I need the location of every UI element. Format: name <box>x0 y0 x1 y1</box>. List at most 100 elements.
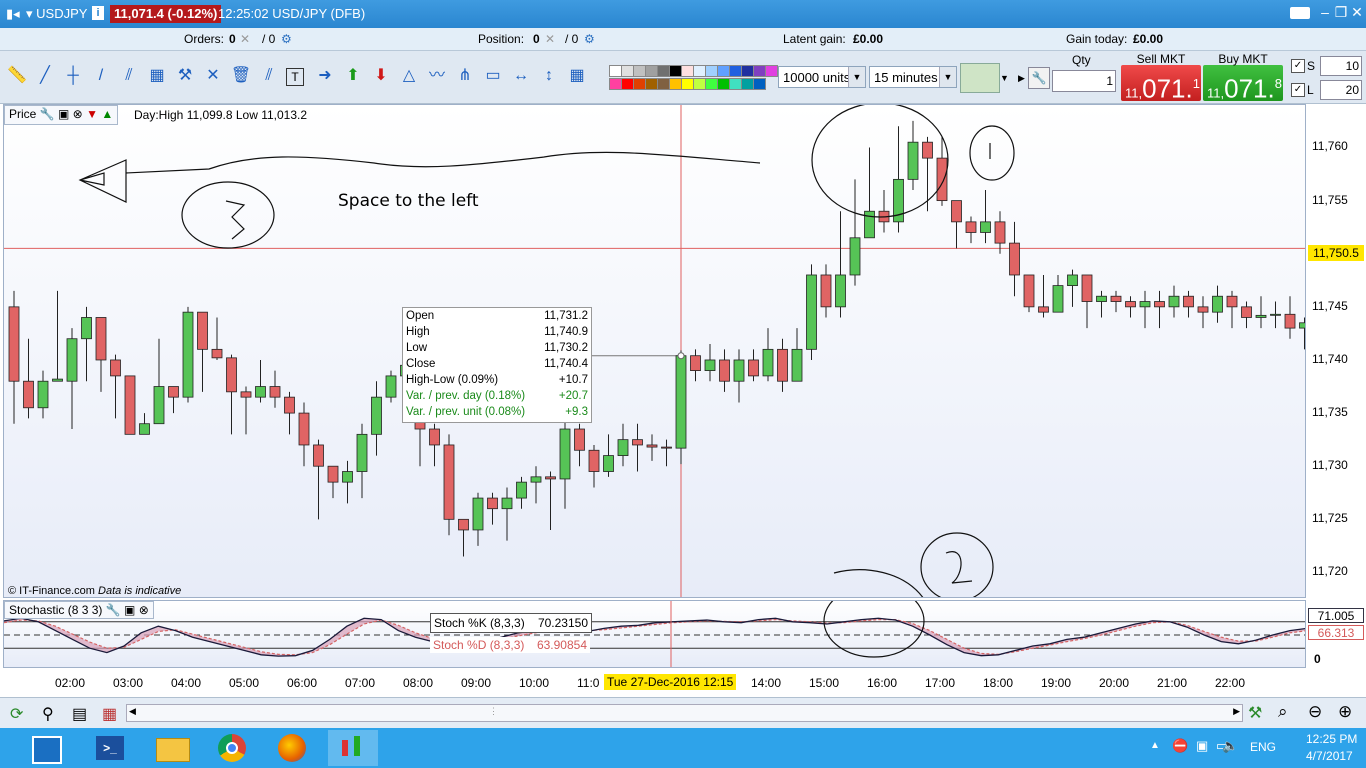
price-chart[interactable]: Price 🔧 ▣ ⊗ ▼ ▲ Day:High 11,099.8 Low 11… <box>3 104 1306 598</box>
price-change-badge: 11,071.4 (-0.12%) <box>110 5 222 23</box>
candle-body <box>153 386 165 425</box>
flag-icon[interactable]: ▣ <box>1196 738 1208 754</box>
candle-body <box>936 157 948 202</box>
stop-checkbox[interactable]: ✓ <box>1291 59 1305 73</box>
arrow-up-icon[interactable]: ⬆ <box>342 65 364 87</box>
tooltip-row: Open 11,731.2 <box>403 308 591 324</box>
settings-wrench-button[interactable]: 🔧 <box>1028 67 1050 89</box>
horizontal-scrollbar[interactable]: ◀ ⋮ ▶ <box>126 704 1243 722</box>
price-tick-label: 11,720 <box>1312 564 1348 579</box>
wrench-icon[interactable]: 🔧 <box>106 603 121 617</box>
stop-input[interactable] <box>1320 56 1362 76</box>
cancel-position-icon[interactable]: ✕ <box>545 32 555 46</box>
maximize-panel-icon[interactable]: ▣ <box>124 603 135 617</box>
arrow-right-icon[interactable]: ➜ <box>314 65 336 87</box>
timeframe-select[interactable]: 15 minutes ▼ <box>869 66 957 88</box>
chart-type-icon[interactable] <box>960 63 1000 93</box>
close-panel-icon[interactable]: ⊗ <box>139 603 149 617</box>
start-menu-icon[interactable] <box>22 730 72 766</box>
pitchfork-icon[interactable]: ⋔ <box>454 65 476 87</box>
file-explorer-icon[interactable] <box>148 730 198 766</box>
trash-icon[interactable]: 🗑 <box>230 65 252 87</box>
clock-date[interactable]: 4/7/2017 <box>1306 749 1353 763</box>
position-label: Position: <box>478 32 525 46</box>
gann-icon[interactable]: ▦ <box>566 65 588 87</box>
show-hidden-icons[interactable]: ▲ <box>1150 740 1160 751</box>
crosshair-point <box>677 352 685 360</box>
horizontal-arrows-icon[interactable]: ↔ <box>510 65 532 87</box>
close-panel-icon[interactable]: ⊗ <box>73 107 83 121</box>
zoom-out-icon[interactable]: ⊖ <box>1308 702 1322 722</box>
firefox-icon[interactable] <box>268 730 318 766</box>
hammer-icon[interactable]: ⚒ <box>174 65 196 87</box>
text-icon[interactable]: T <box>286 68 304 86</box>
refresh-chart-icon[interactable]: ⟳ <box>10 704 23 724</box>
line-icon[interactable]: ╱ <box>34 65 56 87</box>
keyboard-icon[interactable] <box>1290 7 1310 19</box>
channel-icon[interactable]: ⫽ <box>118 65 140 87</box>
candle-body <box>849 237 861 276</box>
limit-input[interactable] <box>1320 80 1362 100</box>
scroll-thumb[interactable]: ⋮ <box>489 706 498 717</box>
candle-body <box>240 391 252 398</box>
zoom-area-icon[interactable]: ⌕ <box>1278 702 1288 722</box>
close-button[interactable]: ✕ <box>1348 4 1366 21</box>
table-icon[interactable]: ▦ <box>102 704 117 724</box>
color-swatch[interactable] <box>753 78 766 90</box>
zoom-fit-icon[interactable]: ⚒ <box>1248 703 1262 723</box>
chart-type-dropdown[interactable]: ▼ <box>1000 73 1009 83</box>
candle-body <box>1038 306 1049 313</box>
hand-drawn-digit-3 <box>225 200 246 240</box>
candle-body <box>385 375 397 398</box>
triangle-icon[interactable]: △ <box>398 65 420 87</box>
move-down-icon[interactable]: ▼ <box>86 107 98 121</box>
powershell-icon[interactable]: >_ <box>86 730 136 766</box>
tooltip-key: High-Low (0.09%) <box>406 374 499 386</box>
expand-arrow-icon[interactable]: ▶ <box>1018 73 1025 84</box>
calculator-icon[interactable]: ▤ <box>72 704 87 724</box>
cancel-orders-icon[interactable]: ✕ <box>240 32 250 46</box>
move-up-icon[interactable]: ▲ <box>101 107 113 121</box>
symbol-dropdown[interactable]: ▾ USDJPY <box>26 6 87 22</box>
clock-time[interactable]: 12:25 PM <box>1306 732 1357 746</box>
sell-market-button[interactable]: Sell MKT 11,071.1 <box>1121 52 1201 103</box>
vertical-arrows-icon[interactable]: ↕ <box>538 65 560 87</box>
candle-body <box>487 497 498 510</box>
scroll-right-icon[interactable]: ▶ <box>1233 706 1240 717</box>
time-tick-label: 02:00 <box>55 676 86 690</box>
qty-input[interactable] <box>1052 70 1116 92</box>
trend-line-icon[interactable]: / <box>90 65 112 87</box>
chrome-icon[interactable] <box>208 730 258 766</box>
price-tick-label: 11,740 <box>1312 351 1348 366</box>
color-swatch[interactable] <box>765 65 778 77</box>
fibonacci-icon[interactable]: ▦ <box>146 65 168 87</box>
limit-checkbox[interactable]: ✓ <box>1291 83 1305 97</box>
stochastic-panel[interactable]: Stochastic (8 3 3) 🔧 ▣ ⊗ Stoch %K (8,3,3… <box>3 600 1306 668</box>
horizontal-line-icon[interactable]: ┼ <box>62 65 84 87</box>
network-icon[interactable]: ⛔ <box>1172 738 1188 754</box>
info-icon[interactable]: i <box>92 6 104 20</box>
buy-market-button[interactable]: Buy MKT 11,071.8 <box>1203 52 1283 103</box>
position-settings-icon[interactable]: ⚙ <box>584 32 595 46</box>
rectangle-icon[interactable]: ▭ <box>482 65 504 87</box>
wrench-icon[interactable]: 🔧 <box>40 107 55 121</box>
candle-body <box>342 471 353 483</box>
crosshair-icon[interactable]: ✕ <box>202 65 224 87</box>
maximize-panel-icon[interactable]: ▣ <box>58 107 69 121</box>
orders-settings-icon[interactable]: ⚙ <box>281 32 292 46</box>
language-indicator[interactable]: ENG <box>1250 740 1276 754</box>
drawing-toolbar: 📏 ╱ ┼ / ⫽ ▦ ⚒ ✕ 🗑 ⫽ T ➜ ⬆ ⬇ △ 〰 ⋔ ▭ ↔ ↕ ▦ 10000 units ▼ 15 mi… <box>0 51 1366 104</box>
trading-app-icon[interactable] <box>328 730 378 766</box>
tooltip-value: 11,730.2 <box>544 342 588 354</box>
candle-body <box>603 455 614 472</box>
zoom-in-icon[interactable]: ⊕ <box>1338 702 1352 722</box>
parallel-lines-icon[interactable]: ⫽ <box>258 65 280 87</box>
ruler-icon[interactable]: 📏 <box>6 65 28 87</box>
volume-icon[interactable]: 🔈 <box>1222 738 1238 754</box>
units-select[interactable]: 10000 units ▼ <box>778 66 866 88</box>
magnet-icon[interactable]: ⚲ <box>42 704 54 724</box>
scroll-left-icon[interactable]: ◀ <box>129 706 136 717</box>
candle-body <box>139 423 150 435</box>
arrow-down-icon[interactable]: ⬇ <box>370 65 392 87</box>
zigzag-icon[interactable]: 〰 <box>426 65 448 87</box>
